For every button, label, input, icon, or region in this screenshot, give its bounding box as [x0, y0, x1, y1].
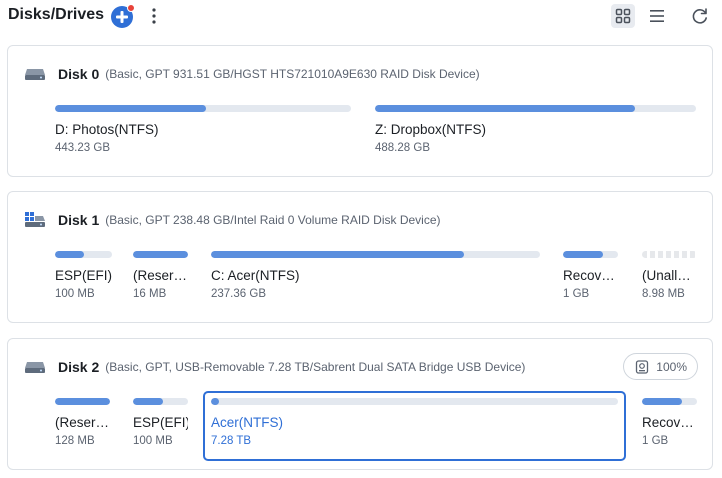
usage-fill: [375, 105, 635, 112]
grid-icon: [615, 8, 631, 24]
partition-label: Z: Dropbox(NTFS): [375, 122, 487, 137]
partition-size: 128 MB: [55, 435, 95, 447]
disk-card[interactable]: Disk 1 (Basic, GPT 238.48 GB/Intel Raid …: [7, 191, 713, 323]
partition-size: 237.36 GB: [211, 288, 266, 300]
disk-health-icon: [636, 359, 649, 374]
unallocated-bar: [642, 251, 697, 258]
partition[interactable]: Recov… 1 GB: [563, 251, 618, 300]
hard-drive-icon: [25, 362, 45, 373]
usage-bar: [55, 251, 112, 258]
disk-name: Disk 1: [58, 212, 100, 228]
usage-fill: [133, 398, 164, 405]
disk-info: (Basic, GPT, USB-Removable 7.28 TB/Sabre…: [105, 360, 526, 374]
more-options-button[interactable]: [147, 6, 161, 26]
usage-bar: [211, 251, 540, 258]
raid-drive-icon: [25, 212, 45, 227]
grid-view-button[interactable]: [611, 4, 635, 28]
partition-size: 8.98 MB: [642, 288, 685, 300]
page-title: Disks/Drives: [8, 6, 105, 23]
usage-fill: [55, 105, 206, 112]
add-icon: [111, 4, 135, 28]
partition[interactable]: C: Acer(NTFS) 237.36 GB: [211, 251, 540, 300]
header: Disks/Drives: [0, 0, 722, 34]
partition-label: (Reser…: [133, 268, 188, 283]
partition[interactable]: (Reser… 16 MB: [133, 251, 188, 300]
usage-fill: [211, 398, 220, 405]
disk-name: Disk 2: [58, 359, 100, 375]
partition[interactable]: ESP(EFI) 100 MB: [133, 398, 188, 447]
partition-size: 16 MB: [133, 288, 167, 300]
partition-size: 100 MB: [133, 435, 173, 447]
disk-header: Disk 1 (Basic, GPT 238.48 GB/Intel Raid …: [24, 210, 441, 230]
health-value: 100%: [656, 359, 687, 374]
usage-fill: [642, 398, 682, 405]
usage-bar: [375, 105, 696, 112]
partition-size: 488.28 GB: [375, 142, 430, 154]
health-badge[interactable]: 100%: [623, 353, 698, 380]
partition[interactable]: ESP(EFI) 100 MB: [55, 251, 112, 300]
partition-size: 1 GB: [563, 288, 590, 300]
disk-info: (Basic, GPT 238.48 GB/Intel Raid 0 Volum…: [105, 213, 441, 227]
refresh-icon: [692, 8, 707, 24]
usage-bar: [211, 398, 618, 405]
list-icon: [650, 10, 664, 22]
usage-fill: [133, 251, 188, 258]
usage-bar: [133, 398, 188, 405]
disk-header: Disk 2 (Basic, GPT, USB-Removable 7.28 T…: [24, 357, 525, 377]
refresh-button[interactable]: [688, 4, 712, 28]
disk-card[interactable]: Disk 0 (Basic, GPT 931.51 GB/HGST HTS721…: [7, 45, 713, 177]
partition[interactable]: Recov… 1 GB: [642, 398, 697, 447]
disk-info: (Basic, GPT 931.51 GB/HGST HTS721010A9E6…: [105, 67, 480, 81]
usage-bar: [642, 398, 697, 405]
partition-label: Recov…: [563, 268, 615, 283]
partition-label: ESP(EFI): [133, 415, 188, 430]
partition-size: 443.23 GB: [55, 142, 110, 154]
selected-partition[interactable]: Acer(NTFS) 7.28 TB: [203, 391, 626, 461]
partition[interactable]: Z: Dropbox(NTFS) 488.28 GB: [375, 105, 696, 154]
partition-label: Acer(NTFS): [211, 415, 283, 430]
partition[interactable]: Acer(NTFS) 7.28 TB: [211, 398, 618, 447]
usage-fill: [55, 251, 84, 258]
disk-header: Disk 0 (Basic, GPT 931.51 GB/HGST HTS721…: [24, 64, 480, 84]
add-disk-button[interactable]: [110, 3, 136, 29]
usage-bar: [55, 105, 351, 112]
partition-size: 100 MB: [55, 288, 95, 300]
usage-fill: [563, 251, 603, 258]
partition-label: Recov…: [642, 415, 694, 430]
partition[interactable]: (Reser… 128 MB: [55, 398, 110, 447]
partition-size: 1 GB: [642, 435, 669, 447]
partition-label: D: Photos(NTFS): [55, 122, 159, 137]
disk-name: Disk 0: [58, 66, 100, 82]
partition[interactable]: (Unall… 8.98 MB: [642, 251, 697, 300]
usage-bar: [563, 251, 618, 258]
more-vertical-icon: [152, 8, 156, 24]
partition-label: C: Acer(NTFS): [211, 268, 300, 283]
list-view-button[interactable]: [645, 4, 669, 28]
partition[interactable]: D: Photos(NTFS) 443.23 GB: [55, 105, 351, 154]
usage-bar: [55, 398, 110, 405]
partition-label: (Unall…: [642, 268, 691, 283]
partition-label: (Reser…: [55, 415, 110, 430]
disk-card[interactable]: Disk 2 (Basic, GPT, USB-Removable 7.28 T…: [7, 338, 713, 470]
usage-fill: [211, 251, 465, 258]
partition-label: ESP(EFI): [55, 268, 112, 283]
partition-size: 7.28 TB: [211, 435, 252, 447]
usage-fill: [55, 398, 110, 405]
usage-bar: [133, 251, 188, 258]
hard-drive-icon: [25, 69, 45, 80]
